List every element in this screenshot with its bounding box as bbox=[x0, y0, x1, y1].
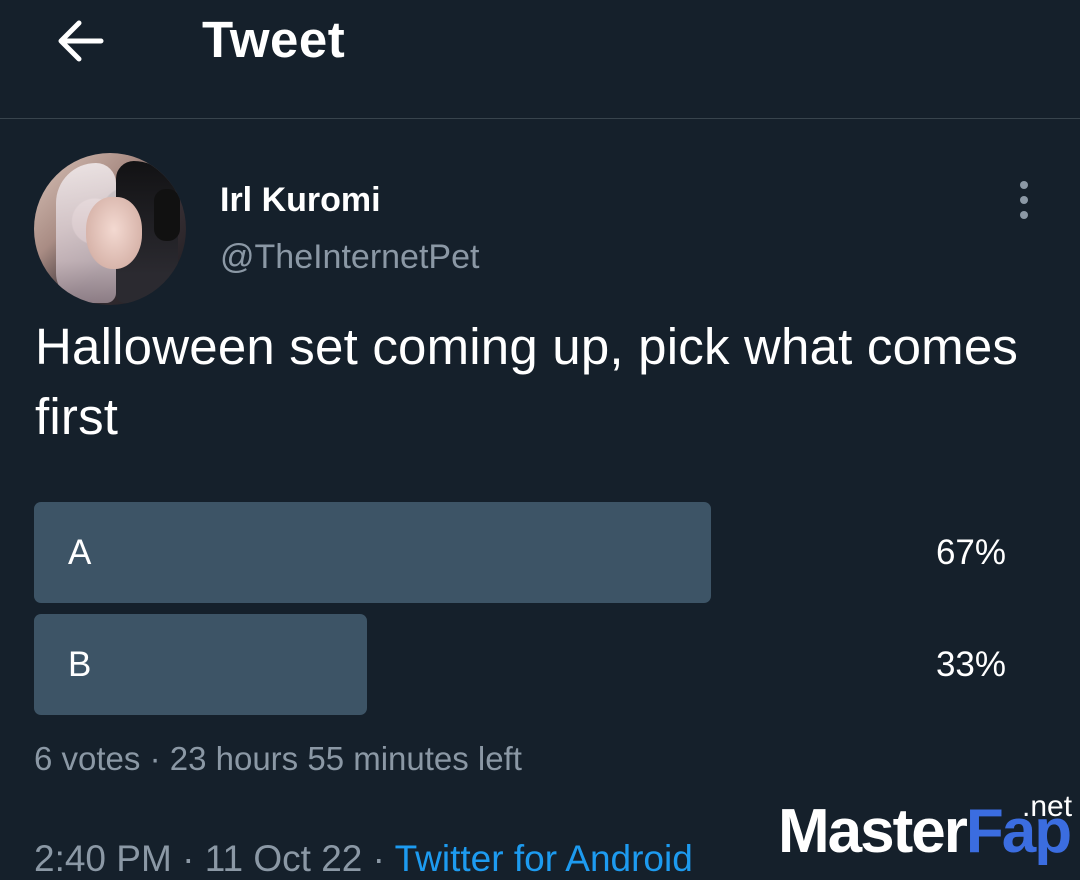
app-header: Tweet bbox=[0, 0, 1080, 119]
poll-option-label: B bbox=[68, 645, 92, 684]
poll-result-bar bbox=[34, 502, 711, 603]
arrow-left-icon[interactable] bbox=[52, 16, 108, 66]
watermark-part-a: Master bbox=[778, 797, 968, 866]
tweet-time: 2:40 PM bbox=[34, 838, 172, 879]
author-display-name[interactable]: Irl Kuromi bbox=[220, 181, 381, 220]
tweet-source-link[interactable]: Twitter for Android bbox=[395, 838, 693, 879]
tweet-text: Halloween set coming up, pick what comes… bbox=[35, 318, 1019, 445]
poll-time-left: 23 hours 55 minutes left bbox=[169, 740, 522, 777]
poll-meta: 6 votes · 23 hours 55 minutes left bbox=[34, 740, 522, 778]
watermark-suffix: .net bbox=[1022, 790, 1073, 823]
poll-option-percent: 33% bbox=[935, 645, 1006, 684]
author-handle[interactable]: @TheInternetPet bbox=[220, 238, 479, 277]
tweet-timestamp-line: 2:40 PM · 11 Oct 22 · Twitter for Androi… bbox=[34, 838, 693, 880]
poll-option-a[interactable]: A 67% bbox=[34, 502, 1014, 603]
watermark-logo: MasterFap .net bbox=[778, 790, 1080, 877]
separator: · bbox=[182, 838, 195, 879]
more-vertical-icon[interactable] bbox=[1008, 178, 1040, 222]
page-title: Tweet bbox=[202, 11, 346, 68]
poll-option-label: A bbox=[68, 533, 92, 572]
avatar[interactable] bbox=[34, 153, 186, 305]
tweet-date: 11 Oct 22 bbox=[204, 838, 363, 879]
poll-option-b[interactable]: B 33% bbox=[34, 614, 1014, 715]
poll-votes: 6 votes bbox=[34, 740, 141, 777]
poll-option-percent: 67% bbox=[935, 533, 1006, 572]
separator: · bbox=[372, 838, 385, 879]
separator: · bbox=[149, 740, 161, 777]
